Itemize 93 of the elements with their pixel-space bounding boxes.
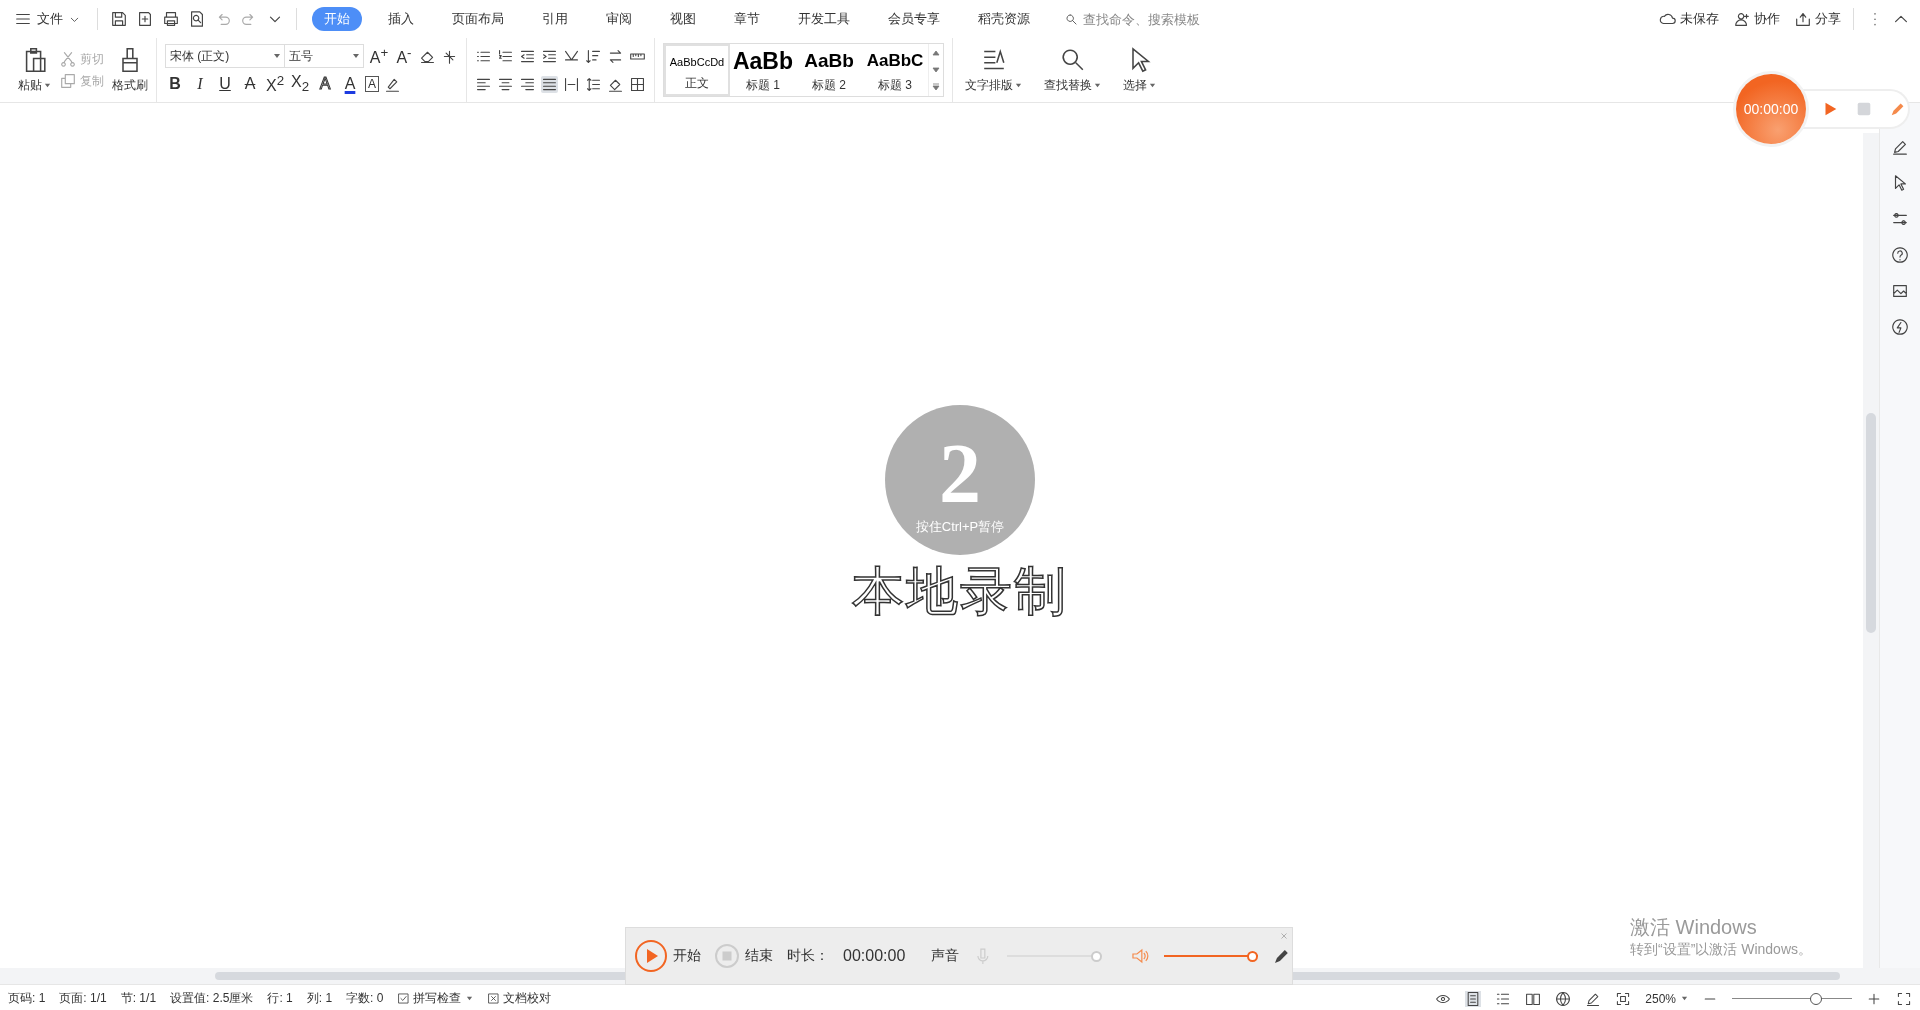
start-recording-button[interactable]: 开始: [635, 940, 701, 972]
style-preset[interactable]: AaBbCcDd 正文: [664, 44, 730, 96]
countdown-hint: 按住Ctrl+P暂停: [915, 518, 1005, 536]
person-icon: [1733, 10, 1751, 28]
fit-page-icon[interactable]: [1615, 990, 1632, 1007]
status-text: 页码: 1: [8, 990, 46, 1007]
borders-icon[interactable]: [629, 75, 646, 93]
paste-button[interactable]: 粘贴: [18, 46, 51, 94]
scroll-up-icon[interactable]: [932, 48, 940, 57]
save-icon[interactable]: [110, 10, 128, 28]
image-icon[interactable]: [1891, 282, 1909, 300]
stop-recording-button[interactable]: 结束: [715, 944, 773, 968]
caret-icon: [1094, 82, 1101, 89]
header-action[interactable]: 未保存: [1659, 10, 1719, 28]
recording-title: 本地录制: [852, 561, 1068, 622]
duration-value: 00:00:00: [843, 947, 906, 965]
arrows-icon[interactable]: [607, 47, 624, 65]
font-name-dropdown[interactable]: 宋体 (正文): [166, 45, 285, 67]
status-text: 页面: 1/1: [59, 990, 107, 1007]
header-action[interactable]: 协作: [1733, 10, 1780, 28]
caret-icon: [466, 995, 474, 1002]
activation-watermark-title: 激活 Windows: [1630, 915, 1758, 940]
format-button[interactable]: A: [240, 75, 260, 93]
pen-icon[interactable]: [1891, 138, 1909, 156]
help-icon[interactable]: [1891, 246, 1909, 264]
recording-timer: 00:00:00: [1736, 74, 1806, 144]
search-icon: [1065, 12, 1078, 26]
status-text: 字数: 0: [346, 990, 384, 1007]
format-button[interactable]: I: [190, 75, 210, 93]
print-icon[interactable]: [162, 10, 180, 28]
caret-icon: [44, 82, 51, 89]
countdown-number: 2: [939, 432, 981, 516]
ribbon-tab[interactable]: 稻壳资源: [966, 7, 1042, 31]
status-text: 节: 1/1: [120, 990, 157, 1007]
ribbon-tab[interactable]: 插入: [376, 7, 426, 31]
sound-label: 声音: [931, 947, 960, 965]
ribbon-tab[interactable]: 审阅: [594, 7, 644, 31]
align-icon[interactable]: [541, 75, 558, 93]
line-spacing-icon[interactable]: [585, 75, 602, 93]
format-button[interactable]: X$_{2}$: [290, 73, 310, 95]
format-painter-button[interactable]: 格式刷: [112, 46, 148, 94]
style-preset[interactable]: AaBb 标题 2: [796, 44, 862, 96]
web-view-icon[interactable]: [1555, 990, 1572, 1007]
scroll-down-icon[interactable]: [932, 66, 940, 74]
command-search[interactable]: 查找命令、搜索模板: [1065, 10, 1225, 28]
spell-check-button[interactable]: 拼写检查: [397, 990, 474, 1007]
proofread-button[interactable]: 文档校对: [487, 990, 552, 1007]
ribbon-tab[interactable]: 引用: [530, 7, 580, 31]
caret-icon: [1015, 82, 1022, 89]
ribbon-button[interactable]: 查找替换: [1040, 46, 1105, 94]
ribbon-tab[interactable]: 页面布局: [440, 7, 516, 31]
caret-icon: [1149, 82, 1156, 89]
format-button[interactable]: X$^{2}$: [265, 72, 285, 96]
ribbon-button[interactable]: 选择: [1119, 46, 1160, 94]
ribbon-tab[interactable]: 章节: [722, 7, 772, 31]
ribbon-button[interactable]: 文字排版: [961, 46, 1026, 94]
duration-label: 时长：: [787, 947, 829, 965]
font-size-button[interactable]: A$^{-}$: [394, 44, 414, 68]
ribbon-tab[interactable]: 开发工具: [786, 7, 862, 31]
copy-icon: [59, 72, 77, 90]
sliders-icon[interactable]: [1891, 210, 1909, 228]
expand-gallery-icon[interactable]: [932, 83, 940, 92]
align-icon[interactable]: [563, 75, 580, 93]
activation-watermark-text: 转到“设置”以激活 Windows。: [1630, 941, 1812, 959]
header-action[interactable]: 分享: [1794, 10, 1841, 28]
format-button[interactable]: A: [340, 75, 360, 93]
stop-icon: [715, 944, 739, 968]
format-button[interactable]: B: [165, 75, 185, 93]
zoom-dropdown[interactable]: 250%: [1645, 991, 1688, 1006]
page-view-icon[interactable]: [1465, 990, 1482, 1007]
font-size-dropdown[interactable]: 五号: [285, 45, 363, 67]
checkbox-icon: [397, 992, 411, 1005]
status-text: 列: 1: [306, 990, 333, 1007]
print-preview-icon[interactable]: [188, 10, 206, 28]
status-text: 行: 1: [267, 990, 293, 1007]
lightning-icon[interactable]: [1891, 318, 1909, 336]
ribbon-tab[interactable]: 视图: [658, 7, 708, 31]
status-text: 设置值: 2.5厘米: [170, 990, 254, 1007]
format-button[interactable]: A: [315, 75, 335, 93]
font-size-button[interactable]: A$^{+}$: [369, 44, 389, 68]
play-icon: [635, 940, 667, 972]
ribbon-tab[interactable]: 会员专享: [876, 7, 952, 31]
share-icon: [1794, 10, 1812, 28]
fullscreen-icon[interactable]: [1896, 990, 1912, 1007]
file-menu[interactable]: 文件: [10, 8, 85, 30]
style-preset[interactable]: AaBbC 标题 3: [862, 44, 928, 96]
format-button[interactable]: A: [365, 76, 379, 92]
sort-icon[interactable]: [585, 47, 602, 65]
crossed-box-icon: [487, 992, 501, 1005]
caret-icon: [1681, 995, 1688, 1002]
scissors-icon: [59, 50, 77, 68]
style-preset[interactable]: AaBb 标题 1: [730, 44, 796, 96]
format-button[interactable]: U: [215, 75, 235, 93]
